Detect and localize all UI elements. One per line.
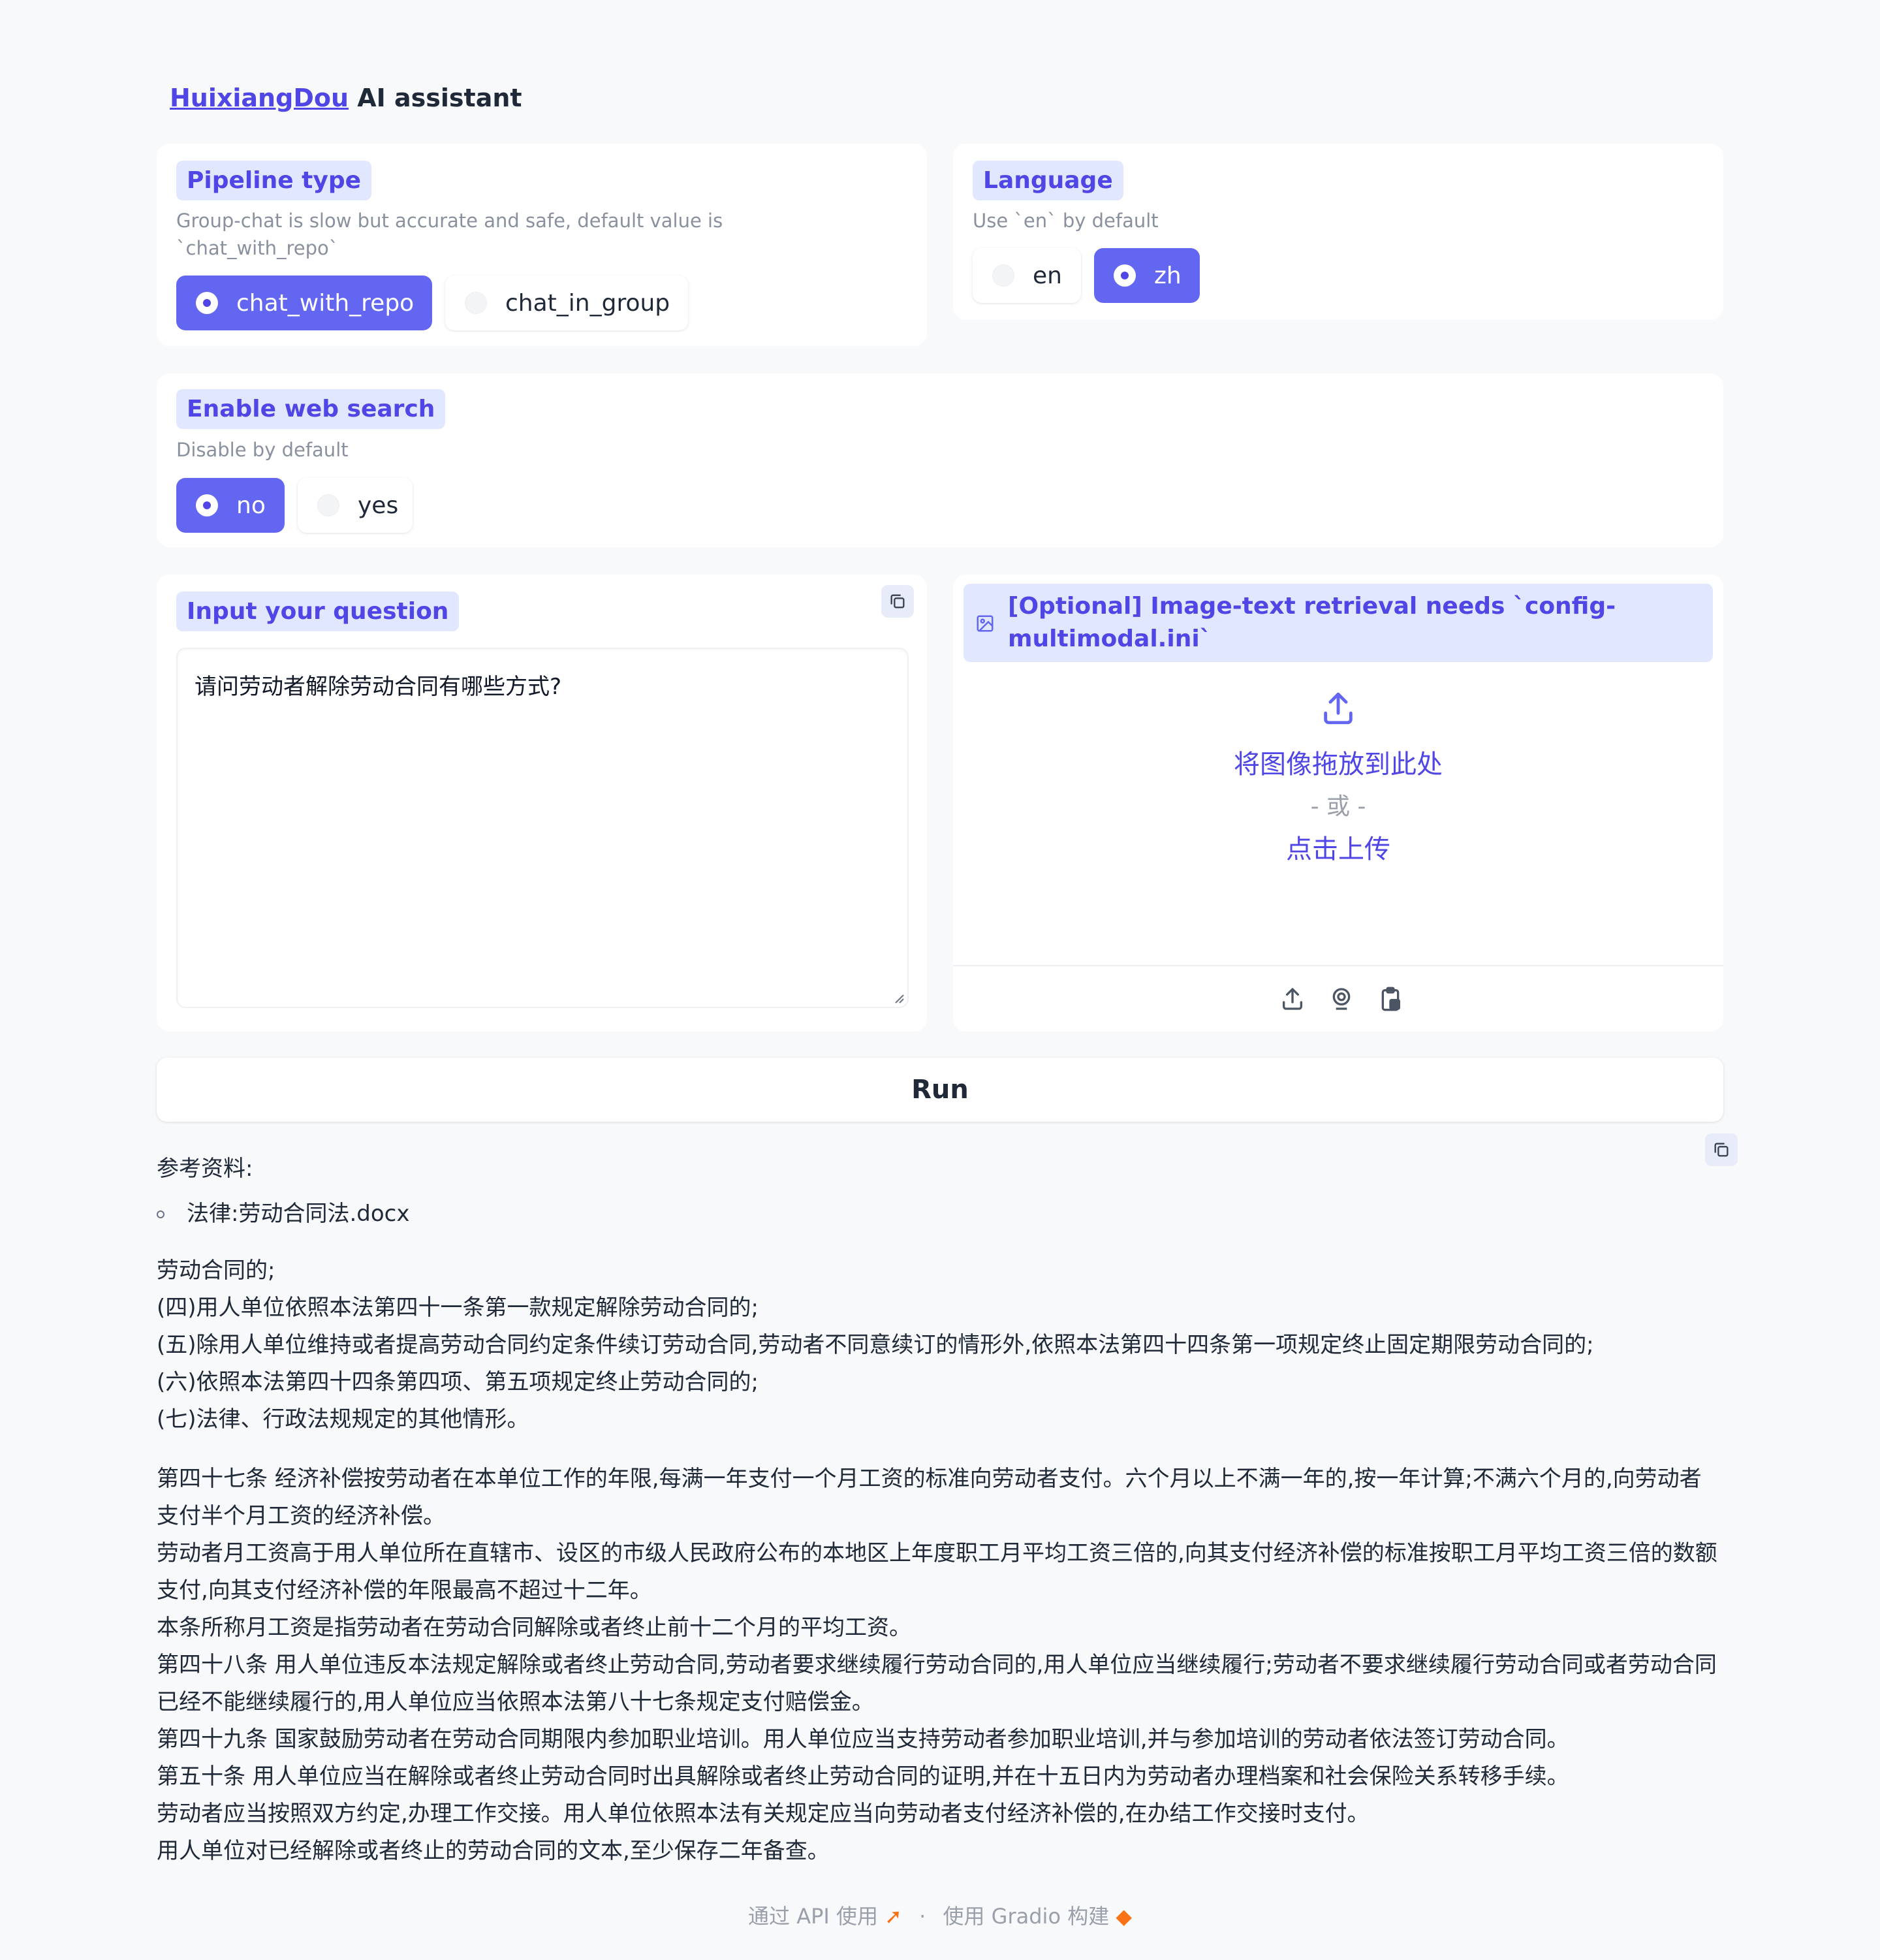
resize-handle-icon[interactable] [893, 992, 905, 1004]
radio-en[interactable]: en [973, 248, 1081, 303]
output-paragraph-2: 第四十七条 经济补偿按劳动者在本单位工作的年限,每满一年支付一个月工资的标准向劳… [157, 1461, 1723, 1870]
image-icon [977, 615, 994, 632]
reference-heading: 参考资料: [157, 1156, 253, 1182]
radio-label: no [236, 492, 266, 519]
output-line: 第四十九条 国家鼓励劳动者在劳动合同期限内参加职业培训。用人单位应当支持劳动者参… [157, 1726, 1569, 1752]
radio-indicator-checked [196, 292, 218, 314]
radio-indicator-checked [1114, 264, 1136, 287]
output-line: (五)除用人单位维持或者提高劳动合同约定条件续订劳动合同,劳动者不同意续订的情形… [157, 1332, 1594, 1358]
pipeline-label: Pipeline type [176, 161, 372, 200]
output-line: 第四十七条 经济补偿按劳动者在本单位工作的年限,每满一年支付一个月工资的标准向劳… [157, 1466, 1702, 1529]
radio-zh[interactable]: zh [1094, 248, 1200, 303]
or-text: - 或 - [1310, 793, 1366, 820]
radio-label: chat_with_repo [236, 289, 415, 317]
image-upload-label: [Optional] Image-text retrieval needs `c… [1008, 590, 1616, 656]
radio-indicator [465, 292, 487, 314]
language-panel: Language Use `en` by default en zh [953, 144, 1723, 320]
reference-list: 法律:劳动合同法.docx [157, 1195, 1723, 1233]
output-line: (六)依照本法第四十四条第四项、第五项规定终止劳动合同的; [157, 1369, 759, 1395]
copy-icon [890, 594, 905, 609]
question-panel: Input your question 请问劳动者解除劳动合同有哪些方式? [157, 575, 927, 1032]
rocket-icon: ➚ [885, 1904, 902, 1929]
radio-label: yes [358, 492, 399, 519]
footer: 通过 API 使用 ➚ · 使用 Gradio 构建 ◆ [0, 1900, 1880, 1930]
output-markdown: 参考资料: 法律:劳动合同法.docx 劳动合同的; (四)用人单位依照本法第四… [157, 1141, 1723, 1870]
run-button-label: Run [911, 1075, 969, 1105]
output-line: (七)法律、行政法规规定的其他情形。 [157, 1406, 529, 1432]
output-line: 用人单位对已经解除或者终止的劳动合同的文本,至少保存二年备查。 [157, 1838, 830, 1864]
image-upload-label-line1: [Optional] Image-text retrieval needs `c… [1008, 593, 1616, 620]
radio-chat-in-group[interactable]: chat_in_group [445, 276, 688, 330]
output-line: 劳动合同的; [157, 1257, 275, 1284]
web-search-panel: Enable web search Disable by default no … [157, 373, 1723, 547]
web-search-label: Enable web search [176, 389, 446, 429]
click-upload-text: 点击上传 [1286, 834, 1390, 864]
output-line: (四)用人单位依照本法第四十一条第一款规定解除劳动合同的; [157, 1295, 759, 1321]
gradio-link[interactable]: 使用 Gradio 构建 [943, 1904, 1110, 1929]
radio-label: en [1033, 262, 1062, 289]
pipeline-info: Group-chat is slow but accurate and safe… [176, 207, 894, 262]
brand-link[interactable]: HuixiangDou [170, 84, 349, 112]
radio-label: zh [1154, 262, 1182, 289]
upload-icon [1324, 692, 1353, 725]
webcam-icon[interactable] [1328, 986, 1355, 1012]
output-paragraph-1: 劳动合同的; (四)用人单位依照本法第四十一条第一款规定解除劳动合同的; (五)… [157, 1252, 1723, 1438]
list-bullet-icon [157, 1210, 164, 1218]
copy-button[interactable] [881, 585, 914, 618]
gradio-logo-icon: ◆ [1116, 1904, 1132, 1929]
language-label: Language [973, 161, 1123, 200]
web-search-info: Disable by default [176, 439, 349, 461]
source-toolbar [1279, 985, 1403, 1013]
clipboard-icon[interactable] [1377, 986, 1403, 1012]
output-line: 劳动者月工资高于用人单位所在直辖市、设区的市级人民政府公布的本地区上年度职工月平… [157, 1540, 1717, 1604]
output-line: 第五十条 用人单位应当在解除或者终止劳动合同时出具解除或者终止劳动合同的证明,并… [157, 1763, 1569, 1790]
radio-yes[interactable]: yes [298, 478, 413, 533]
image-upload-header: [Optional] Image-text retrieval needs `c… [964, 584, 1713, 662]
drop-text: 将图像拖放到此处 [1234, 750, 1443, 780]
source-divider [953, 965, 1723, 966]
upload-icon[interactable] [1279, 986, 1306, 1012]
radio-indicator [992, 264, 1014, 287]
question-label: Input your question [176, 592, 460, 631]
radio-chat-with-repo[interactable]: chat_with_repo [176, 276, 432, 330]
pipeline-panel: Pipeline type Group-chat is slow but acc… [157, 144, 927, 346]
radio-indicator [317, 494, 339, 516]
pipeline-info-line2: `chat_with_repo` [176, 237, 339, 259]
radio-indicator-checked [196, 494, 218, 516]
image-dropzone[interactable]: 将图像拖放到此处 - 或 - 点击上传 [953, 662, 1723, 953]
image-upload-panel: [Optional] Image-text retrieval needs `c… [953, 575, 1723, 1032]
output-line: 劳动者应当按照双方约定,办理工作交接。用人单位依照本法有关规定应当向劳动者支付经… [157, 1801, 1370, 1827]
output-line: 本条所称月工资是指劳动者在劳动合同解除或者终止前十二个月的平均工资。 [157, 1615, 911, 1641]
api-link[interactable]: 通过 API 使用 [748, 1904, 878, 1929]
output-line: 第四十八条 用人单位违反本法规定解除或者终止劳动合同,劳动者要求继续履行劳动合同… [157, 1652, 1717, 1715]
question-input[interactable]: 请问劳动者解除劳动合同有哪些方式? [176, 648, 909, 1008]
image-upload-label-line2: multimodal.ini` [1008, 625, 1212, 652]
radio-no[interactable]: no [176, 478, 285, 533]
reference-item: 法律:劳动合同法.docx [187, 1201, 410, 1227]
title-suffix: AI assistant [349, 84, 522, 112]
pipeline-info-line1: Group-chat is slow but accurate and safe… [176, 210, 723, 232]
run-button[interactable]: Run [157, 1058, 1723, 1122]
question-input-value: 请问劳动者解除劳动合同有哪些方式? [195, 674, 562, 700]
footer-separator: · [919, 1904, 926, 1929]
page-title: HuixiangDou AI assistant [170, 84, 522, 112]
language-info: Use `en` by default [973, 210, 1159, 232]
radio-label: chat_in_group [505, 289, 670, 317]
